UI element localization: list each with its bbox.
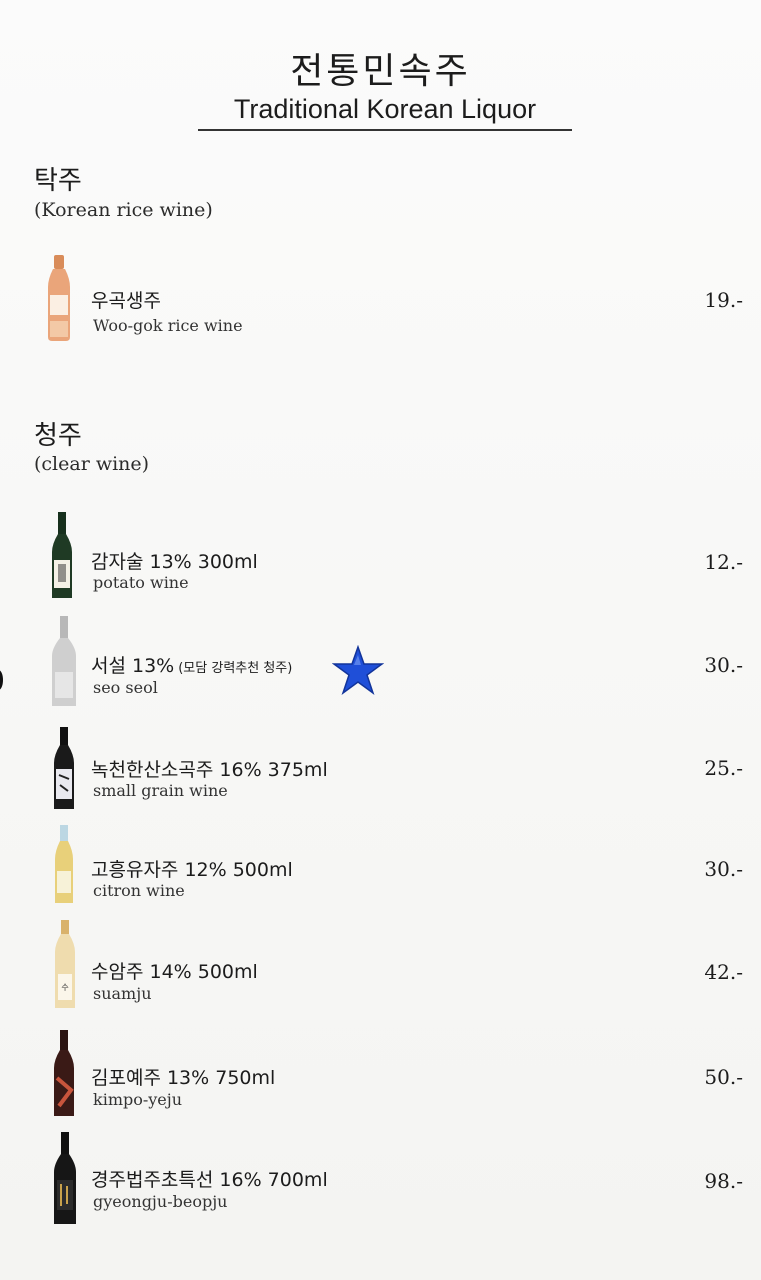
page-title-korean: 전통민속주 [290, 51, 471, 92]
section-title-cheongju: 청주 [34, 421, 82, 451]
item-description: small grain wine [93, 781, 228, 800]
item-price: 98.- [704, 1169, 743, 1193]
section-title-takju: 탁주 [34, 166, 82, 196]
black-bottle-icon [54, 727, 74, 809]
item-price: 50.- [704, 1065, 743, 1089]
menu-page: 전통민속주 Traditional Korean Liquor 탁주 (Kore… [0, 0, 761, 1280]
item-name: 고흥유자주 12% 500ml [91, 859, 293, 881]
item-name: 감자술 13% 300ml [91, 551, 258, 573]
item-description: gyeongju-beopju [93, 1192, 228, 1211]
item-price: 42.- [704, 960, 743, 984]
item-description: citron wine [93, 881, 185, 900]
item-description: potato wine [93, 573, 189, 592]
yellow-bottle-icon [55, 825, 73, 903]
item-name: 경주법주초특선 16% 700ml [91, 1169, 328, 1191]
item-description: kimpo-yeju [93, 1090, 183, 1109]
item-name: 서설 13% (모담 강력추천 청주) [91, 651, 292, 678]
rice-wine-bottle-icon [48, 255, 70, 341]
section-subtitle-cheongju: (clear wine) [34, 453, 150, 475]
item-description: seo seol [93, 678, 158, 697]
item-price: 19.- [704, 288, 743, 312]
recommendation-note: (모담 강력추천 청주) [178, 661, 293, 676]
dark-red-bottle-icon [54, 1030, 74, 1116]
item-description: Woo-gok rice wine [93, 316, 243, 335]
svg-text:수: 수 [61, 983, 68, 992]
item-price: 30.- [704, 653, 743, 677]
item-price: 25.- [704, 756, 743, 780]
item-price: 12.- [704, 550, 743, 574]
item-name: 우곡생주 [91, 290, 161, 312]
black-gold-bottle-icon [54, 1132, 76, 1224]
page-title-english: Traditional Korean Liquor [198, 94, 572, 131]
item-name: 수암주 14% 500ml [91, 961, 258, 983]
item-name: 김포예주 13% 750ml [91, 1067, 276, 1089]
item-price: 30.- [704, 857, 743, 881]
star-icon [332, 645, 384, 695]
frosted-bottle-icon [52, 616, 76, 706]
item-name: 녹천한산소곡주 16% 375ml [91, 759, 328, 781]
section-subtitle-takju: (Korean rice wine) [34, 199, 213, 221]
item-description: suamju [93, 984, 152, 1003]
green-bottle-icon [52, 512, 72, 598]
page-edge-mark [0, 670, 3, 690]
item-name-text: 서설 13% [91, 655, 175, 677]
cream-bottle-icon: 수 [55, 920, 75, 1008]
